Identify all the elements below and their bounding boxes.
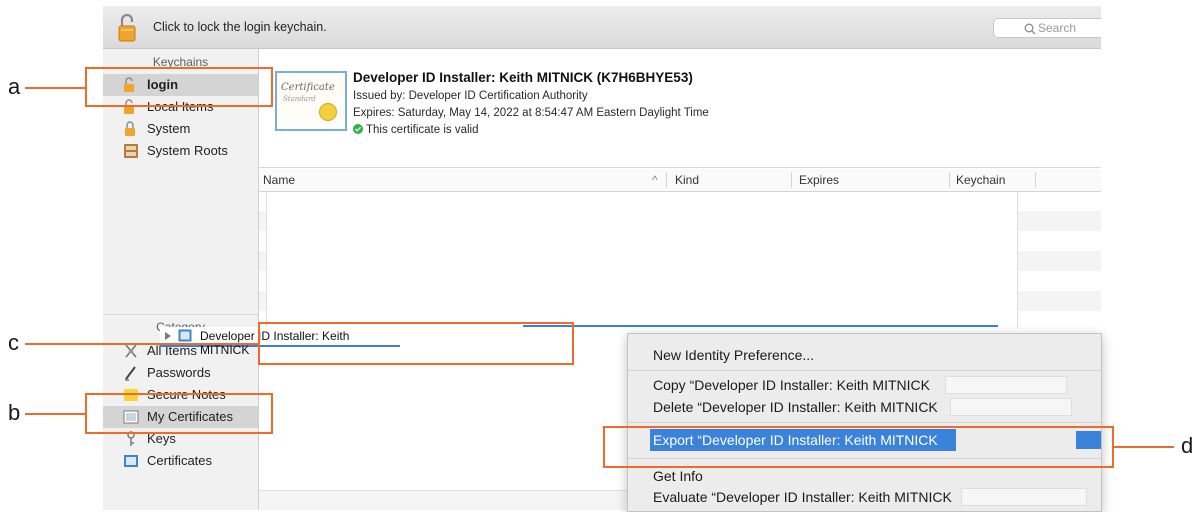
callout-label-a: a	[8, 74, 21, 99]
menu-item-evaluate[interactable]: Evaluate “Developer ID Installer: Keith …	[628, 486, 1101, 508]
disclosure-triangle-icon[interactable]	[164, 332, 172, 340]
table-header: Name ^ Kind Expires Keychain	[259, 169, 1101, 192]
callout-label-b: b	[8, 400, 21, 425]
toolbar: Click to lock the login keychain. Search	[103, 6, 1101, 49]
menu-separator	[628, 422, 1101, 423]
callout-box-b	[85, 393, 273, 434]
menu-item-label: Copy “Developer ID Installer: Keith MITN…	[653, 377, 930, 393]
menu-separator	[628, 370, 1101, 371]
column-separator	[1035, 172, 1036, 188]
search-placeholder: Search	[1038, 21, 1077, 35]
lock-icon	[125, 121, 135, 136]
cabinet-icon	[124, 144, 138, 158]
callout-label-d: d	[1181, 433, 1194, 458]
menu-item-get-info[interactable]: Get Info	[628, 465, 1101, 487]
all-items-icon	[125, 344, 137, 358]
menu-item-text-overflow	[961, 488, 1087, 506]
lock-toggle-button[interactable]	[117, 13, 139, 43]
certificate-issuer: Issued by: Developer ID Certification Au…	[353, 90, 588, 102]
sort-indicator: ^	[652, 173, 658, 187]
certificate-status: This certificate is valid	[353, 124, 478, 136]
certificate-title: Developer ID Installer: Keith MITNICK (K…	[353, 70, 693, 85]
sidebar-item-certificates[interactable]: Certificates	[103, 450, 258, 472]
sidebar-item-passwords[interactable]: Passwords	[103, 362, 258, 384]
certificate-icon	[178, 329, 192, 342]
lock-status-text: Click to lock the login keychain.	[153, 20, 327, 34]
sidebar-item-label: Passwords	[147, 365, 211, 380]
column-separator	[666, 172, 667, 188]
sidebar-item-system[interactable]: System	[103, 118, 258, 140]
menu-item-delete[interactable]: Delete “Developer ID Installer: Keith MI…	[628, 396, 1101, 418]
callout-line-b	[25, 413, 85, 415]
lock-open-icon	[118, 13, 136, 42]
menu-item-new-identity-preference[interactable]: New Identity Preference...	[628, 344, 1101, 366]
callout-box-a	[85, 67, 273, 107]
menu-item-label: Delete “Developer ID Installer: Keith MI…	[653, 399, 938, 415]
certificate-summary: Certificate Standard Developer ID Instal…	[259, 49, 1101, 168]
certificate-image-caption: Certificate	[281, 82, 335, 93]
column-header-expires[interactable]: Expires	[799, 173, 839, 187]
certificate-seal-icon	[319, 103, 337, 121]
sidebar-item-label: System Roots	[147, 143, 228, 158]
pencil-icon	[125, 366, 136, 381]
callout-box-c	[258, 322, 574, 365]
column-header-kind[interactable]: Kind	[675, 173, 699, 187]
menu-item-label: New Identity Preference...	[653, 347, 815, 363]
sidebar-item-label: Certificates	[147, 453, 213, 468]
callout-line-a	[25, 87, 85, 89]
callout-line-d	[1114, 446, 1174, 448]
sidebar-divider	[103, 314, 258, 315]
callout-line-c	[25, 343, 258, 345]
menu-item-text-overflow	[945, 376, 1067, 394]
menu-item-copy[interactable]: Copy “Developer ID Installer: Keith MITN…	[628, 374, 1101, 396]
context-menu: New Identity Preference... Copy “Develop…	[627, 333, 1102, 512]
certificate-image: Certificate Standard	[275, 71, 347, 131]
callout-box-d	[603, 426, 1114, 468]
callout-label-c: c	[8, 330, 19, 355]
menu-item-text-overflow	[950, 398, 1072, 416]
menu-item-label: Get Info	[653, 468, 703, 484]
table-scroll-region	[266, 192, 1018, 329]
checkmark-icon	[353, 124, 363, 134]
certificate-image-subcaption: Standard	[283, 95, 316, 103]
certificate-status-text: This certificate is valid	[366, 124, 479, 136]
column-separator	[949, 172, 950, 188]
sidebar-item-label: System	[147, 121, 191, 136]
column-header-name[interactable]: Name	[263, 173, 295, 187]
column-header-keychain[interactable]: Keychain	[956, 173, 1005, 187]
sidebar: Keychains login Local Items System Syste…	[103, 49, 259, 510]
menu-item-label: Evaluate “Developer ID Installer: Keith …	[653, 489, 952, 505]
search-field[interactable]: Search	[993, 18, 1101, 38]
certificate-expiry: Expires: Saturday, May 14, 2022 at 8:54:…	[353, 107, 709, 119]
column-separator	[791, 172, 792, 188]
certificate-icon	[124, 455, 138, 467]
selection-indicator	[523, 325, 998, 327]
sidebar-item-system-roots[interactable]: System Roots	[103, 140, 258, 162]
search-icon	[1024, 23, 1036, 35]
